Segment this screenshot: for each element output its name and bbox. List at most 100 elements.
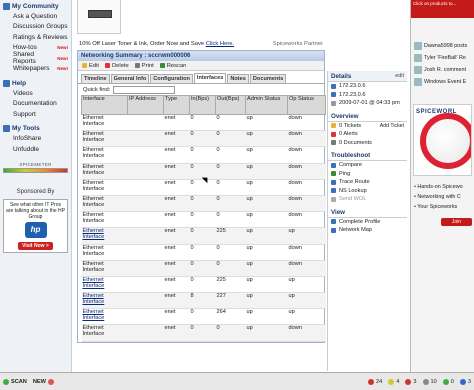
troubleshoot-item-label: Compare [339,162,363,169]
table-row[interactable]: Ethernet Interface enet 0 0 up down [81,130,326,148]
sidebar-item-community[interactable]: Ratings & Reviews [3,32,68,43]
sidebar-item-help[interactable]: Support [3,109,68,120]
table-cell-interface[interactable]: Ethernet Interface [81,292,128,310]
details-item[interactable]: 172.23.0.6 [328,82,407,91]
scan-button[interactable]: SCAN [3,378,27,385]
sidebar-item-help[interactable]: Documentation [3,99,68,110]
promo-banner[interactable]: Click on products to... [411,0,474,18]
table-cell-out: 227 [215,292,246,310]
column-header[interactable]: Interface [81,95,128,115]
table-row[interactable]: Ethernet Interface enet 8 227 up up [81,292,326,310]
table-cell-in: 0 [189,260,216,277]
troubleshoot-item[interactable]: Trace Route [328,178,407,187]
status-indicator[interactable]: 3 [405,378,417,385]
tab-configuration[interactable]: Configuration [150,74,193,83]
feed-item[interactable]: Windows Event E [411,76,474,88]
view-item[interactable]: Network Map [328,226,407,235]
table-row[interactable]: Ethernet Interface enet 0 0 up down [81,260,326,277]
table-cell-op: up [287,227,326,245]
tab-interfaces[interactable]: Interfaces [193,73,227,83]
details-panel: Details edit 172.23.0.6 172.23.0.6 2009-07… [327,71,407,371]
table-row[interactable]: Ethernet Interface enet 0 0 up down [81,114,326,132]
add-ticket-link[interactable]: Add Ticket [380,123,407,129]
delete-button[interactable]: Delete [105,63,129,69]
column-header[interactable]: Out(Bps) [215,95,246,115]
table-cell-ip [127,195,164,213]
status-indicator[interactable]: 0 [442,378,454,385]
table-row[interactable]: Ethernet Interface enet 0 225 up up [81,227,326,245]
table-header-row: Interface IP Address Type In(Bps) Out(Bps) Ad… [81,95,326,115]
help-header[interactable]: Help [3,78,68,88]
sidebar-item-community[interactable]: Discussion Groups [3,22,68,33]
rescan-button[interactable]: Rescan [159,63,186,69]
view-item[interactable]: Complete Profile [328,218,407,227]
table-row[interactable]: Ethernet Interface enet 0 0 up down [81,179,326,196]
troubleshoot-item[interactable]: Send WOL [328,195,407,204]
table-cell-interface[interactable]: Ethernet Interface [81,227,128,245]
feed-item[interactable]: Dawna5998 posts [411,40,474,52]
print-button[interactable]: Print [134,63,154,69]
tools-header[interactable]: My Tools [3,124,68,134]
overview-item[interactable]: 0 Tickets Add Ticket [328,122,407,131]
sidebar-item-community[interactable]: Ask a Question [3,11,68,22]
tab-timeline[interactable]: Timeline [81,74,110,83]
status-icon [368,378,375,385]
troubleshoot-item[interactable]: Ping [328,170,407,179]
column-header[interactable]: Type [163,95,190,115]
status-indicator[interactable]: 10 [422,378,437,385]
details-item-icon [331,92,336,98]
table-row[interactable]: Ethernet Interface enet 0 0 up down [81,211,326,229]
feed-item[interactable]: Josh R. comment [411,64,474,76]
troubleshoot-item[interactable]: NS Lookup [328,187,407,196]
table-row[interactable]: Ethernet Interface enet 0 0 up down [81,146,326,164]
sidebar-item-help[interactable]: Videos [3,88,68,99]
feed-item[interactable]: Tyler 'FireBall' Re [411,52,474,64]
column-header[interactable]: Op Status [287,95,326,115]
community-header[interactable]: My Community [3,1,68,11]
sponsor-ad[interactable]: See what other IT Pros are talking about… [3,198,68,253]
table-row[interactable]: Ethernet Interface enet 0 0 up down [81,195,326,213]
quick-find-input[interactable] [113,85,176,94]
table-cell-interface: Ethernet Interface [81,179,128,196]
tab-notes[interactable]: Notes [227,74,249,83]
details-item[interactable]: 172.23.0.6 [328,91,407,100]
details-item[interactable]: 2009-07-01 @ 04:33 pm [328,99,407,108]
column-header[interactable]: Admin Status [245,95,288,115]
table-cell-in: 0 [189,179,216,196]
visit-now-button[interactable]: Visit Now > [18,241,53,250]
status-indicator[interactable]: 3 [459,378,471,385]
table-row[interactable]: Ethernet Interface enet 0 0 up down [81,244,326,261]
table-cell-interface[interactable]: Ethernet Interface [81,276,128,294]
details-item-icon [331,83,336,89]
overview-item[interactable]: 0 Documents [328,139,407,148]
table-row[interactable]: Ethernet Interface enet 0 0 up down [81,324,326,342]
status-indicator[interactable]: 4 [388,378,399,385]
column-header[interactable]: In(Bps) [189,95,216,115]
sidebar-item-community[interactable]: Shared Reports New! [3,51,68,65]
sidebar-item-tools[interactable]: InfoShare [3,134,68,145]
table-cell-interface[interactable]: Ethernet Interface [81,308,128,326]
edit-button[interactable]: Edit [82,63,99,69]
new-button[interactable]: NEW [33,378,54,385]
table-cell-in: 0 [189,244,216,261]
column-header[interactable]: IP Address [127,95,164,115]
overview-item[interactable]: 0 Alerts [328,130,407,139]
table-cell-interface: Ethernet Interface [81,195,128,213]
tab-documents[interactable]: Documents [249,74,287,83]
sidebar-item-tools[interactable]: Unfuddle [3,144,68,155]
status-icon [388,378,395,385]
table-cell-ip [127,146,164,164]
status-indicator[interactable]: 24 [368,378,382,385]
spiceworld-banner[interactable]: SPICEWORL [413,104,472,176]
view-title: View [328,208,407,218]
table-row[interactable]: Ethernet Interface enet 0 225 up up [81,276,326,294]
join-button[interactable]: Join [441,218,472,226]
sidebar-item-community[interactable]: Whitepapers New! [3,64,68,75]
table-row[interactable]: Ethernet Interface enet 0 264 up up [81,308,326,326]
ad-link[interactable]: Click Here. [206,41,234,47]
troubleshoot-item[interactable]: Compare [328,161,407,170]
table-cell-out: 0 [215,260,246,277]
tab-general-info[interactable]: General Info [110,74,150,83]
help-section: Help Videos Documentation Support [0,77,71,123]
details-edit-link[interactable]: edit [395,73,404,79]
